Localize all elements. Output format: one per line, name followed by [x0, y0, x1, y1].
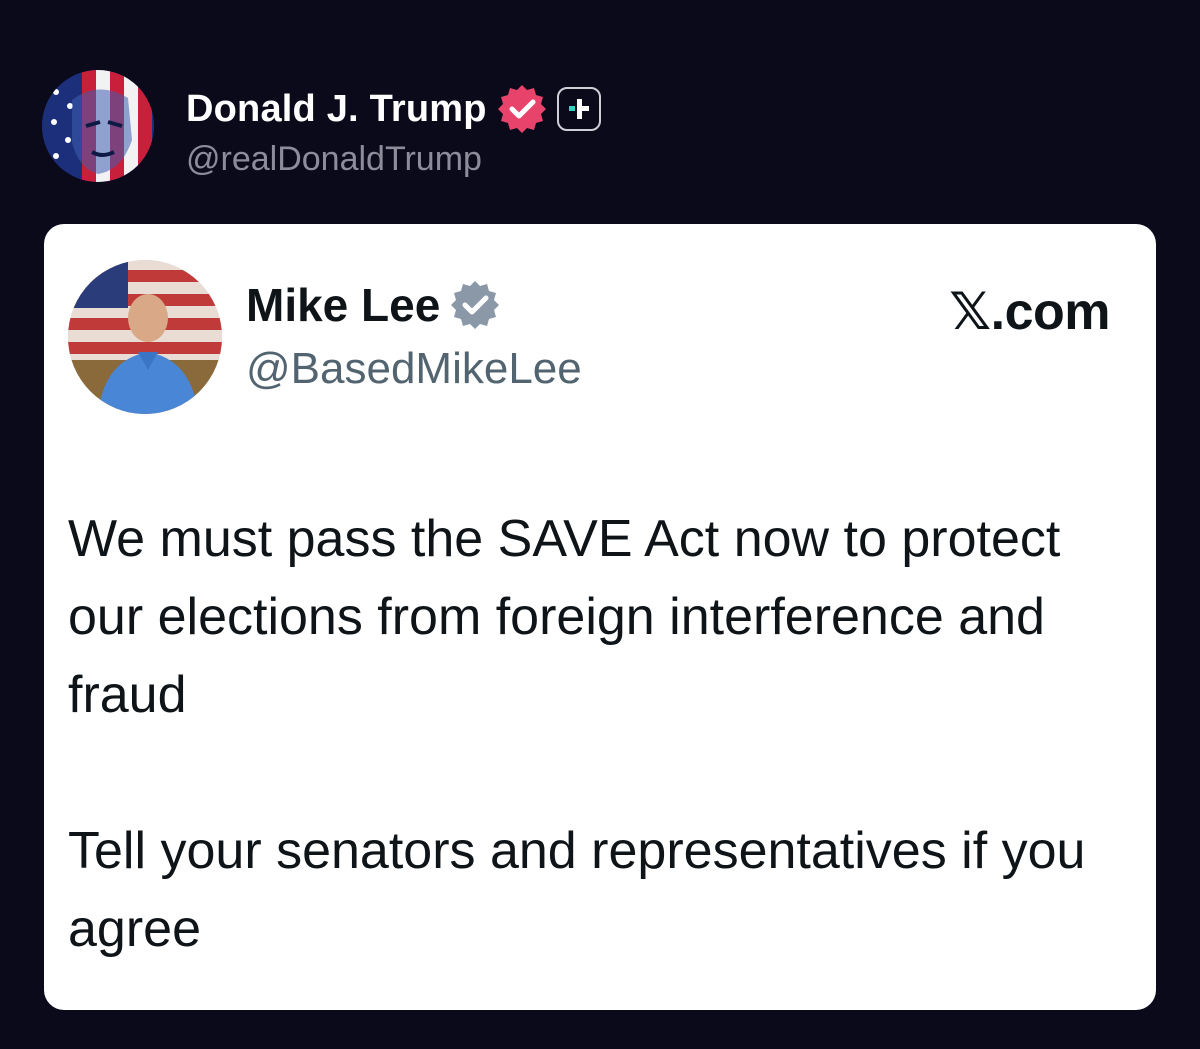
quoted-paragraph: We must pass the SAVE Act now to protect…: [68, 510, 1061, 724]
plus-icon: [568, 99, 589, 119]
quoted-author-name[interactable]: Mike Lee: [246, 278, 440, 332]
quoted-post-card[interactable]: Mike Lee @BasedMikeLee 𝕏.com We must pas…: [44, 224, 1156, 1010]
x-logo-icon: 𝕏: [949, 282, 991, 342]
quoted-post-text: We must pass the SAVE Act now to protect…: [68, 500, 1128, 968]
author-name[interactable]: Donald J. Trump: [186, 88, 487, 131]
verified-badge-icon: [451, 281, 500, 329]
portrait-photo-avatar-icon: [68, 260, 222, 414]
author-name-row: Donald J. Trump: [186, 84, 601, 134]
author-handle[interactable]: @realDonaldTrump: [186, 140, 482, 179]
quoted-author-handle[interactable]: @BasedMikeLee: [246, 344, 582, 394]
follow-button[interactable]: [556, 87, 601, 131]
flag-portrait-avatar-icon: [42, 70, 154, 182]
quoted-paragraph: Tell your senators and representatives i…: [68, 822, 1086, 958]
author-avatar[interactable]: [42, 70, 154, 182]
quoted-author-avatar[interactable]: [68, 260, 222, 414]
source-domain: .com: [990, 283, 1111, 341]
verified-badge-icon: [497, 85, 546, 133]
quoted-name-row: Mike Lee: [246, 278, 500, 332]
post-header: Donald J. Trump @realDonaldTrump: [42, 70, 742, 182]
source-link[interactable]: 𝕏.com: [949, 282, 1110, 342]
